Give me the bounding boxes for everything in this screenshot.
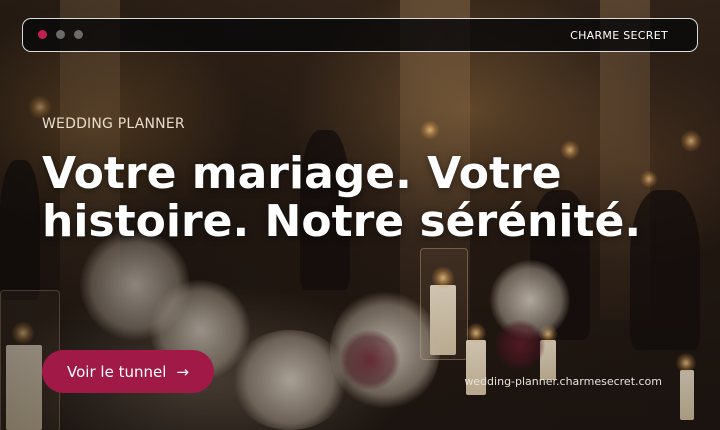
- eyebrow-label: WEDDING PLANNER: [42, 116, 185, 132]
- minimize-dot[interactable]: [56, 30, 65, 39]
- site-url: wedding-planner.charmesecret.com: [464, 375, 662, 388]
- close-dot[interactable]: [38, 30, 47, 39]
- hero-headline: Votre mariage. Votre histoire. Notre sér…: [42, 148, 642, 247]
- view-funnel-label: Voir le tunnel: [67, 362, 167, 381]
- view-funnel-button[interactable]: Voir le tunnel →: [42, 350, 214, 393]
- maximize-dot[interactable]: [74, 30, 83, 39]
- arrow-right-icon: →: [176, 362, 189, 381]
- window-titlebar: CHARME SECRET: [22, 18, 698, 52]
- brand-name: CHARME SECRET: [570, 29, 668, 42]
